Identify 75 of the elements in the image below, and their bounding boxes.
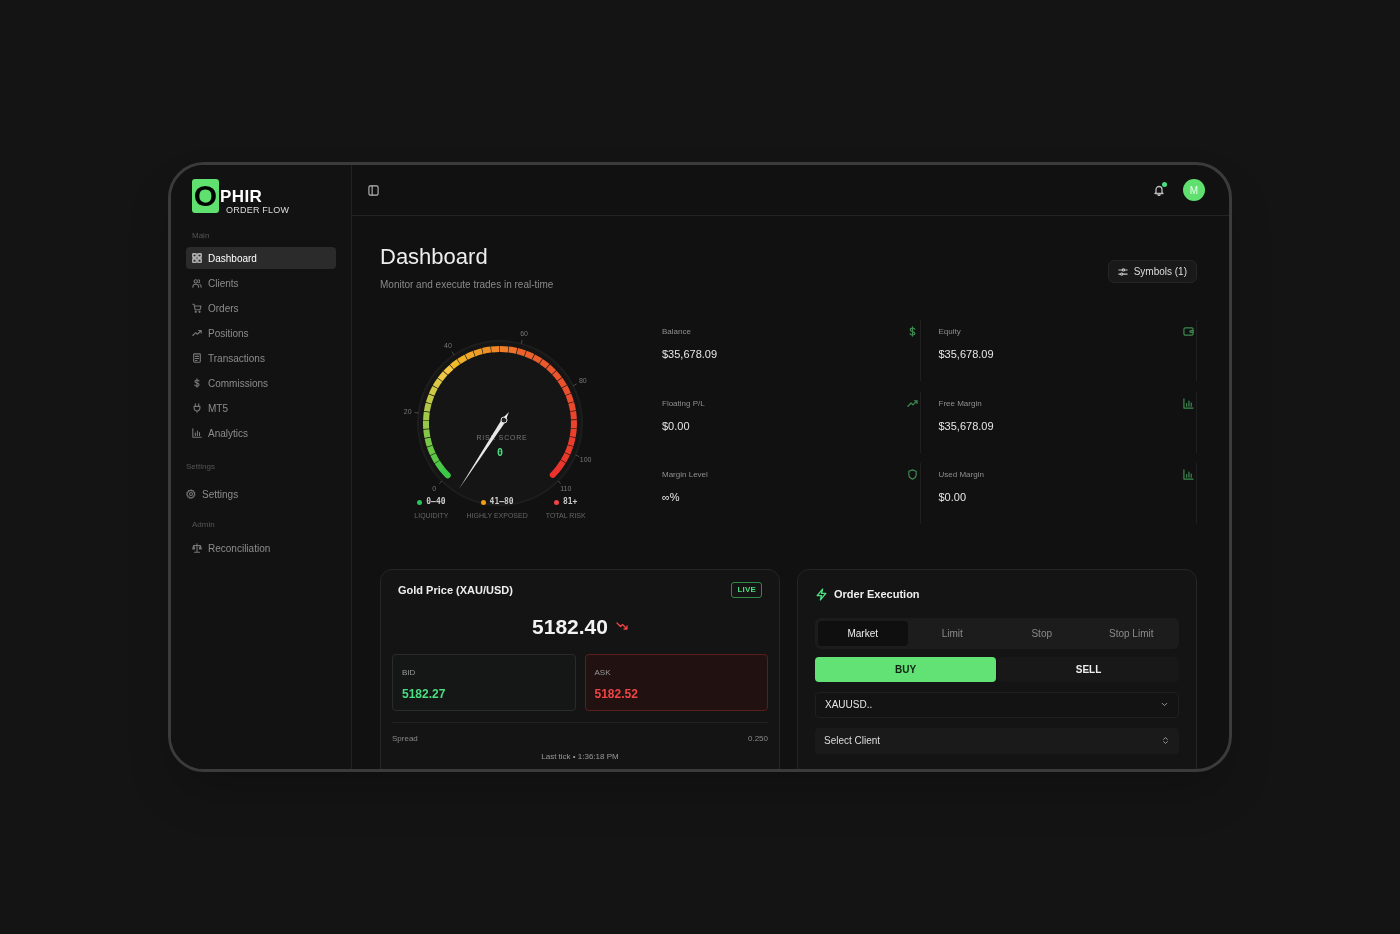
nav-item[interactable]: Positions [186, 322, 336, 344]
stat-value: $0.00 [662, 418, 691, 434]
symbol-select[interactable]: XAUUSD.. [815, 691, 1179, 718]
nav-item[interactable]: Settings [186, 483, 336, 505]
page-subtitle: Monitor and execute trades in real-time [380, 278, 554, 292]
stat-value: ∞% [662, 490, 681, 506]
logo-name: PHIR [220, 188, 264, 205]
risk-score: 0 [497, 447, 503, 458]
price-label: BID [402, 667, 417, 679]
settings-icon [186, 489, 196, 499]
stat-value: $35,678.09 [662, 347, 718, 362]
last-tick: Last tick • 1:36:18 PM [541, 751, 619, 763]
dollar-icon [906, 326, 918, 337]
side-button[interactable]: BUY [815, 656, 996, 682]
order-type-tab[interactable]: Stop [997, 620, 1087, 646]
stat-label: Used Margin [938, 469, 984, 482]
price-value: 5182.27 [402, 686, 447, 703]
order-type-tab[interactable]: Market [818, 620, 908, 646]
stat-label: Floating P/L [662, 397, 705, 410]
side-button[interactable]: SELL [998, 656, 1179, 682]
chevron-down-icon [1160, 700, 1169, 709]
grid-icon [192, 253, 202, 263]
symbols-button[interactable]: Symbols (1) [1107, 260, 1197, 283]
shield-icon [906, 469, 918, 481]
dollar-icon [192, 378, 202, 388]
card-title: Order Execution [834, 587, 920, 602]
trend-up-icon [906, 397, 918, 409]
plug-icon [192, 403, 202, 413]
notification-bell-icon[interactable] [1153, 184, 1165, 196]
cart-icon [192, 303, 202, 313]
bar-chart-icon [1183, 469, 1194, 481]
stat-label: Balance [662, 326, 692, 338]
bar-chart-icon [192, 428, 202, 438]
lightning-icon [815, 587, 828, 601]
stat-label: Equity [938, 326, 962, 338]
trend-up-icon [192, 328, 202, 338]
nav-item[interactable]: Orders [186, 297, 336, 319]
section-heading: Admin [191, 519, 216, 531]
stat-label: Free Margin [938, 397, 983, 410]
legend-range: 0–40 [426, 496, 446, 508]
stat-value: $35,678.09 [938, 347, 994, 362]
nav-item[interactable]: Transactions [186, 347, 336, 369]
logo-tagline: ORDER FLOW [226, 205, 290, 216]
users-icon [192, 278, 202, 288]
legend-range: 41–80 [489, 496, 514, 508]
nav-item[interactable]: Clients [186, 272, 336, 294]
nav-item[interactable]: Commissions [186, 372, 336, 394]
nav-item[interactable]: Analytics [186, 422, 336, 444]
client-select[interactable]: Select Client [815, 727, 1179, 754]
scale-icon [192, 543, 202, 553]
wallet-icon [1183, 326, 1194, 337]
sidebar-toggle-icon[interactable] [368, 184, 379, 196]
logo-mark: O [192, 179, 219, 213]
section-heading: Main [191, 230, 211, 242]
order-type-tab[interactable]: Limit [907, 620, 997, 646]
price-value: 5182.52 [594, 686, 639, 703]
stat-value: $0.00 [938, 490, 968, 506]
chevron-up-down-icon [1161, 736, 1170, 745]
nav-item[interactable]: Reconciliation [186, 537, 336, 559]
page-title: Dashboard [380, 243, 489, 271]
legend-range: 81+ [563, 496, 578, 508]
live-badge: LIVE [731, 582, 762, 599]
receipt-icon [192, 353, 202, 363]
sliders-icon [1117, 266, 1128, 277]
card-title: Gold Price (XAU/USD) [398, 583, 513, 598]
nav-item[interactable]: Dashboard [186, 247, 336, 269]
current-price: 5182.40 [532, 613, 608, 640]
stat-label: Margin Level [662, 469, 708, 482]
order-type-tab[interactable]: Stop Limit [1086, 620, 1176, 646]
bar-chart-icon [1183, 397, 1194, 409]
spread-value: 0.250 [747, 733, 768, 745]
stat-value: $35,678.09 [938, 418, 994, 434]
nav-item[interactable]: MT5 [186, 397, 336, 419]
price-label: ASK [594, 667, 612, 679]
spread-label: Spread [392, 733, 418, 745]
